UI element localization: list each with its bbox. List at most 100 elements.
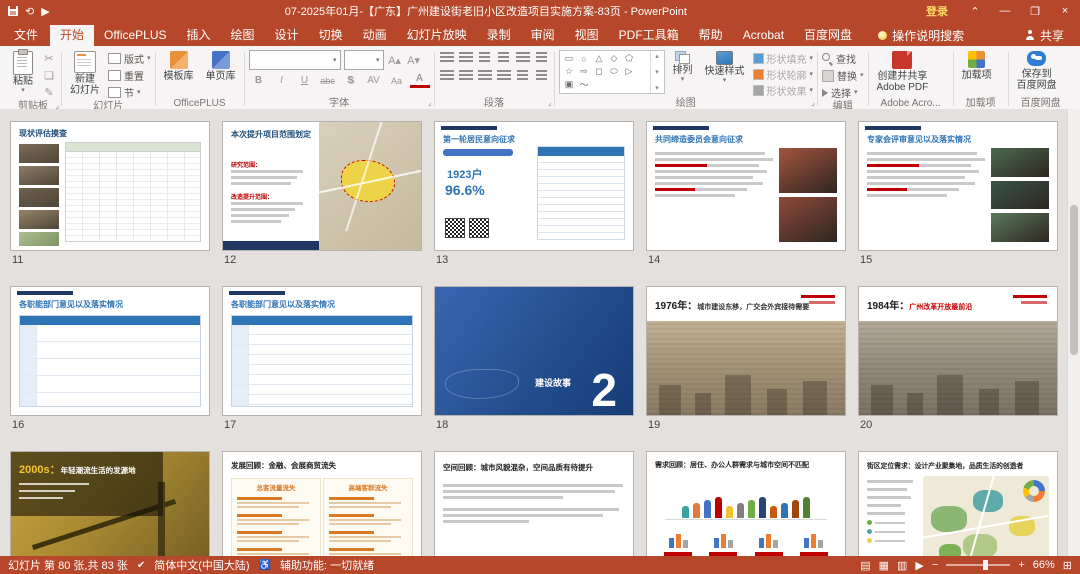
shape-option[interactable]: ⬭ <box>607 65 622 78</box>
shapes-scroll-down-icon[interactable]: ▾ <box>655 68 659 76</box>
reset-button[interactable]: 重置 <box>108 68 151 83</box>
shape-option[interactable]: 〜 <box>577 78 592 91</box>
underline-button[interactable]: U <box>295 73 315 88</box>
scrollbar-thumb[interactable] <box>1070 205 1078 355</box>
indent-increase-button[interactable] <box>496 50 512 65</box>
shape-option[interactable]: ◇ <box>607 52 622 65</box>
reading-view-button[interactable]: ▥ <box>897 559 907 572</box>
ribbon-tab-切换[interactable]: 切换 <box>309 25 353 46</box>
zoom-slider-thumb[interactable] <box>983 560 989 570</box>
text-shadow-button[interactable]: S <box>341 73 361 88</box>
shape-option[interactable]: ○ <box>577 52 592 65</box>
dialog-launcher-icon[interactable]: ⌟ <box>428 96 432 109</box>
restore-button[interactable]: ❐ <box>1020 0 1050 22</box>
ribbon-tab-PDF工具箱[interactable]: PDF工具箱 <box>609 25 689 46</box>
slide-thumbnail[interactable]: 第一轮居民意向征求 1923户 96.6% <box>434 121 634 251</box>
ribbon-tab-动画[interactable]: 动画 <box>353 25 397 46</box>
shapes-scroll-up-icon[interactable]: ▴ <box>655 52 659 60</box>
tell-me-search[interactable]: 操作说明搜索 <box>878 25 964 46</box>
slideshow-view-button[interactable]: ▶ <box>915 559 923 572</box>
align-left-button[interactable] <box>439 68 455 83</box>
vertical-scrollbar[interactable] <box>1067 109 1080 556</box>
addins-button[interactable]: 加载项 <box>958 50 996 82</box>
start-slideshow-icon[interactable]: ▶ <box>41 5 49 18</box>
fit-to-window-button[interactable]: ⊞ <box>1063 559 1072 572</box>
ribbon-tab-帮助[interactable]: 帮助 <box>689 25 733 46</box>
ribbon-tab-插入[interactable]: 插入 <box>177 25 221 46</box>
ribbon-tab-百度网盘[interactable]: 百度网盘 <box>794 25 862 46</box>
ribbon-tab-视图[interactable]: 视图 <box>565 25 609 46</box>
create-share-adobe-pdf-button[interactable]: 创建并共享 Adobe PDF <box>873 50 933 94</box>
slide-thumbnail[interactable]: 发展回顾：金融、会展商贸流失 总客流量流失 高端客群流失 <box>222 451 422 556</box>
new-slide-button[interactable]: 新建 幻灯片 <box>66 50 104 97</box>
arrange-button[interactable]: 排列 ▾ <box>669 50 697 84</box>
quick-styles-button[interactable]: 快速样式 ▾ <box>701 50 749 85</box>
slide-thumbnail[interactable]: 专家会评审意见以及落实情况 <box>858 121 1058 251</box>
font-color-button[interactable]: A <box>409 73 430 88</box>
ribbon-tab-绘图[interactable]: 绘图 <box>221 25 265 46</box>
save-icon[interactable] <box>8 6 18 16</box>
ribbon-tab-录制[interactable]: 录制 <box>477 25 521 46</box>
section-button[interactable]: 节 ▾ <box>108 85 151 100</box>
single-page-library-button[interactable]: 单页库 <box>202 50 240 83</box>
shape-fill-button[interactable]: 形状填充 ▾ <box>752 51 813 66</box>
replace-button[interactable]: 替换 ▾ <box>822 68 864 83</box>
shape-option[interactable]: △ <box>592 52 607 65</box>
ribbon-tab-设计[interactable]: 设计 <box>265 25 309 46</box>
slide-thumbnail[interactable]: 1976年：城市建设东移，广交会外宾接待需要 <box>646 286 846 416</box>
slide-thumbnail[interactable]: 需求回顾：居住、办公人群需求与城市空间不匹配 <box>646 451 846 556</box>
minimize-button[interactable]: — <box>990 0 1020 22</box>
slide-thumbnail[interactable]: 建设故事 2 <box>434 286 634 416</box>
dialog-launcher-icon[interactable]: ⌟ <box>811 96 815 109</box>
ribbon-display-options-button[interactable]: ⌃ <box>960 0 990 22</box>
strikethrough-button[interactable]: abc <box>318 73 338 88</box>
select-button[interactable]: 选择 ▾ <box>822 85 864 100</box>
line-spacing-button[interactable] <box>515 50 531 65</box>
grow-font-button[interactable]: A▴ <box>387 53 403 68</box>
character-spacing-button[interactable]: AV <box>364 73 384 88</box>
save-to-baidu-button[interactable]: 保存到 百度网盘 <box>1013 50 1061 92</box>
shape-option[interactable]: ⬠ <box>622 52 637 65</box>
shape-option[interactable]: ▭ <box>562 52 577 65</box>
zoom-out-button[interactable]: − <box>932 559 938 571</box>
align-right-button[interactable] <box>477 68 493 83</box>
columns-button[interactable] <box>515 68 531 83</box>
ribbon-tab-审阅[interactable]: 审阅 <box>521 25 565 46</box>
justify-button[interactable] <box>496 68 512 83</box>
slide-thumbnail[interactable]: 空间回顾：城市风貌混杂，空间品质有待提升 <box>434 451 634 556</box>
share-button[interactable]: 共享 <box>1015 25 1074 45</box>
align-center-button[interactable] <box>458 68 474 83</box>
text-direction-button[interactable] <box>534 50 550 65</box>
shape-option[interactable]: ⇨ <box>577 65 592 78</box>
smartart-button[interactable] <box>534 68 550 83</box>
ribbon-tab-OfficePLUS[interactable]: OfficePLUS <box>94 25 176 46</box>
slide-thumbnail[interactable]: 1984年：广州改革开放最前沿 <box>858 286 1058 416</box>
template-library-button[interactable]: 模板库 <box>160 50 198 83</box>
slide-thumbnail[interactable]: 共同缔造委员会意向征求 <box>646 121 846 251</box>
bold-button[interactable]: B <box>249 73 269 88</box>
shape-outline-button[interactable]: 形状轮廓 ▾ <box>752 67 813 82</box>
shape-option[interactable]: ☆ <box>562 65 577 78</box>
slide-sorter-view-button[interactable]: ▦ <box>879 559 889 572</box>
change-case-button[interactable]: Aa <box>387 73 407 88</box>
paste-button[interactable]: 粘贴 ▾ <box>9 49 37 95</box>
undo-icon[interactable]: ⟲ <box>25 5 34 18</box>
slide-thumbnail[interactable]: 街区定位需求：设计产业聚集地，品质生活的创造者 <box>858 451 1058 556</box>
zoom-level[interactable]: 66% <box>1033 559 1055 571</box>
ribbon-tab-幻灯片放映[interactable]: 幻灯片放映 <box>397 25 477 46</box>
dialog-launcher-icon[interactable]: ⌟ <box>548 96 552 109</box>
ribbon-tab-文件[interactable]: 文件 <box>2 25 50 46</box>
shapes-more-icon[interactable]: ▾ <box>655 84 659 92</box>
cut-icon[interactable]: ✂ <box>41 51 57 66</box>
zoom-in-button[interactable]: + <box>1018 559 1024 571</box>
slide-thumbnail[interactable]: 本次提升项目范围划定 研究范围： 改造提升范围： <box>222 121 422 251</box>
slide-thumbnail[interactable]: 各职能部门意见以及落实情况 <box>10 286 210 416</box>
sign-in-button[interactable]: 登录 <box>914 3 960 19</box>
shape-effects-button[interactable]: 形状效果 ▾ <box>752 83 813 98</box>
indent-decrease-button[interactable] <box>477 50 493 65</box>
ribbon-tab-Acrobat[interactable]: Acrobat <box>733 25 794 46</box>
numbering-button[interactable] <box>458 50 474 65</box>
spellcheck-icon[interactable]: ✔ <box>137 560 145 571</box>
slide-thumbnail[interactable]: 现状评估摸查 <box>10 121 210 251</box>
shrink-font-button[interactable]: A▾ <box>406 53 422 68</box>
